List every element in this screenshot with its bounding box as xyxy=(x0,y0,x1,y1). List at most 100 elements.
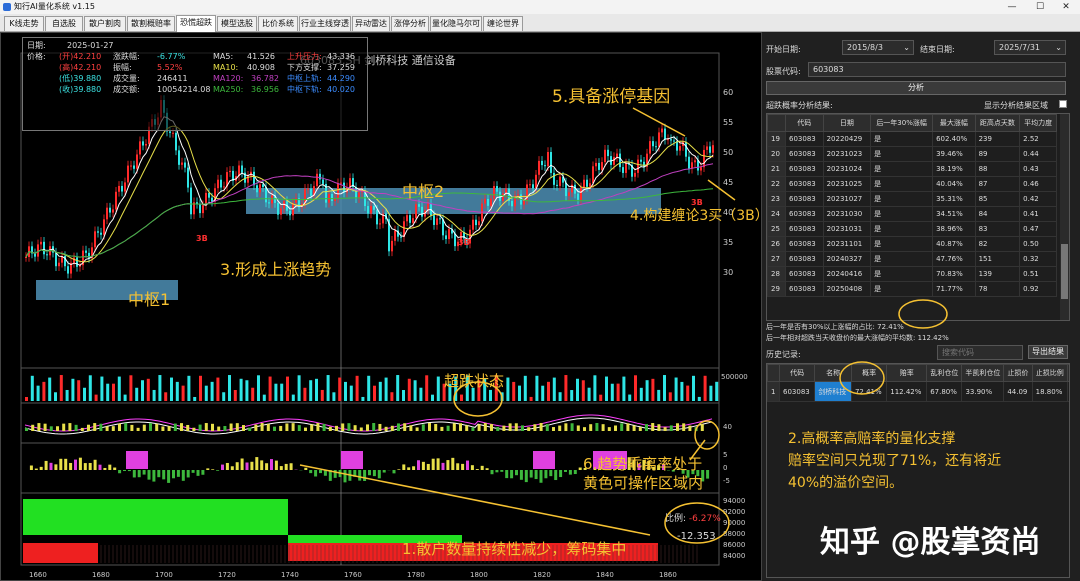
col-header[interactable]: 概率 xyxy=(850,364,888,382)
ratio-big: -12.353 xyxy=(677,531,716,542)
oscillator-bar xyxy=(173,423,177,431)
candle-body xyxy=(25,257,27,258)
minimize-button[interactable]: — xyxy=(1000,0,1024,14)
table-cell: 82 xyxy=(974,236,1021,252)
candle-body xyxy=(319,173,321,180)
export-button[interactable]: 导出结果 xyxy=(1028,345,1068,359)
col-header[interactable]: 日期 xyxy=(822,114,872,132)
tab-3[interactable]: 散割概赔率 xyxy=(127,16,175,31)
candle-body xyxy=(559,176,561,186)
candle-body xyxy=(394,230,396,241)
table-row[interactable]: 19 603083 20220429 是 602.40% 239 2.52 xyxy=(767,131,1057,147)
show-region-checkbox[interactable] xyxy=(1059,100,1067,108)
macd-bar xyxy=(353,470,357,477)
col-header[interactable]: 止损价 xyxy=(1003,364,1033,382)
col-header[interactable]: 后一年30%涨幅 xyxy=(870,114,934,132)
chip-red-1 xyxy=(23,543,98,563)
end-date-label: 结束日期: xyxy=(920,45,955,54)
volume-bar xyxy=(112,383,115,401)
candle-body xyxy=(490,198,492,206)
col-header[interactable]: 代码 xyxy=(778,364,816,382)
table-cell: 2.52 xyxy=(1019,131,1057,147)
table-row[interactable]: 24 603083 20231030 是 34.51% 84 0.41 xyxy=(767,206,1057,222)
col-header[interactable]: 代码 xyxy=(785,114,824,132)
tab-1[interactable]: 自选股 xyxy=(45,16,83,31)
table-row[interactable]: 22 603083 20231025 是 40.04% 87 0.46 xyxy=(767,176,1057,192)
candle-body xyxy=(652,141,654,147)
result-table: 代码 日期 后一年30%涨幅 最大涨幅 距高点天数 平均力度 19 603083 202204… xyxy=(767,114,1057,297)
tab-2[interactable]: 散户割肉 xyxy=(84,16,126,31)
stock-code-input[interactable]: 603083 xyxy=(808,62,1066,77)
col-header[interactable]: 半凯利仓位 xyxy=(961,364,1005,382)
annotation-6-line1: 6.趋势乖离率处于 xyxy=(583,455,703,473)
search-code-input[interactable] xyxy=(937,345,1023,360)
volume-bar xyxy=(141,380,144,401)
oscillator-bar xyxy=(663,427,667,431)
col-header[interactable]: 距高点天数 xyxy=(974,114,1021,132)
tab-9[interactable]: 涨停分析 xyxy=(391,16,429,31)
tab-4[interactable]: 恐慌超跌 xyxy=(176,15,216,32)
stat-average-gain: 后一年相对超跌当天收盘价的最大涨幅的平均数: 112.42% xyxy=(766,334,949,342)
tab-8[interactable]: 异动雷达 xyxy=(352,16,390,31)
oscillator-bar xyxy=(149,423,152,431)
table-row[interactable]: 28 603083 20240416 是 70.83% 139 0.51 xyxy=(767,266,1057,282)
table-row[interactable]: 29 603083 20250408 是 71.77% 78 0.92 xyxy=(767,281,1057,297)
col-header[interactable]: 盈 xyxy=(1066,364,1069,382)
col-header[interactable]: 名称 xyxy=(814,364,852,382)
table-row[interactable]: 1 603083 剑桥科技 72.41% 112.42% 67.80% 33.90% 44.0… xyxy=(767,381,1069,402)
table-row[interactable]: 26 603083 20231101 是 40.87% 82 0.50 xyxy=(767,236,1057,252)
mid-up-label: 中枢上轨: xyxy=(287,74,322,83)
oscillator-bar xyxy=(651,423,655,431)
oscillator-bar xyxy=(56,426,59,431)
macd-bar xyxy=(157,470,161,478)
table-cell: 0.44 xyxy=(1019,146,1057,162)
close-button[interactable]: ✕ xyxy=(1054,0,1078,14)
table-cell: 是 xyxy=(870,221,934,237)
col-header[interactable]: 赔率 xyxy=(886,364,928,382)
table-row[interactable]: 21 603083 20231024 是 38.19% 88 0.43 xyxy=(767,161,1057,177)
tab-10[interactable]: 量化隐马尔可夫 xyxy=(430,16,482,42)
volume-bar xyxy=(616,383,620,401)
candle-body xyxy=(547,152,549,167)
scrollbar[interactable] xyxy=(1060,114,1069,320)
col-header[interactable]: 平均力度 xyxy=(1019,114,1057,132)
date-label: 日期: xyxy=(27,41,46,50)
col-header[interactable]: 最大涨幅 xyxy=(932,114,976,132)
candle-body xyxy=(181,162,183,165)
table-row[interactable]: 23 603083 20231027 是 35.31% 85 0.42 xyxy=(767,191,1057,207)
title-bar: 知行AI量化系统 v1.15 — ☐ ✕ xyxy=(0,0,1080,14)
tab-5[interactable]: 模型选股 xyxy=(217,16,257,31)
vol-label: 成交量: xyxy=(113,74,140,83)
start-date-input[interactable]: 2015/8/3 ⌄ xyxy=(842,40,914,55)
bias-block xyxy=(341,451,363,469)
table-row[interactable]: 27 603083 20240327 是 47.76% 151 0.32 xyxy=(767,251,1057,267)
tab-11[interactable]: 缠论世界 xyxy=(483,16,523,31)
high-value: (高)42.210 xyxy=(59,63,102,72)
col-header[interactable]: 乱利仓位 xyxy=(926,364,963,382)
chip-axis-label: 92000 xyxy=(723,508,745,516)
tab-6[interactable]: 比价系统 xyxy=(258,16,298,31)
table-row[interactable]: 20 603083 20231023 是 39.46% 89 0.44 xyxy=(767,146,1057,162)
table-cell: 71.77% xyxy=(932,281,976,297)
macd-bar xyxy=(456,463,460,470)
candle-body xyxy=(439,218,441,220)
volume-bar xyxy=(42,381,46,401)
oscillator-bar xyxy=(87,424,90,431)
window-title: 知行AI量化系统 v1.15 xyxy=(14,2,95,11)
candle-body xyxy=(685,141,687,157)
ma120-label: MA120: xyxy=(213,74,244,83)
end-date-input[interactable]: 2025/7/31 ⌄ xyxy=(994,40,1066,55)
table-row[interactable]: 25 603083 20231031 是 38.96% 83 0.47 xyxy=(767,221,1057,237)
candle-body xyxy=(694,160,696,163)
scrollbar-thumb[interactable] xyxy=(1061,244,1068,299)
oscillator-bar xyxy=(645,424,648,431)
volume-bar xyxy=(187,375,191,401)
maximize-button[interactable]: ☐ xyxy=(1028,0,1052,14)
candle-body xyxy=(532,184,534,189)
col-header[interactable]: 止损比例 xyxy=(1031,364,1068,382)
tab-7[interactable]: 行业主线穿透 xyxy=(299,16,351,31)
tab-0[interactable]: K线走势 xyxy=(4,16,44,31)
macd-bar xyxy=(274,460,278,470)
analyze-button[interactable]: 分析 xyxy=(766,81,1066,95)
oscillator-bar xyxy=(99,423,103,431)
